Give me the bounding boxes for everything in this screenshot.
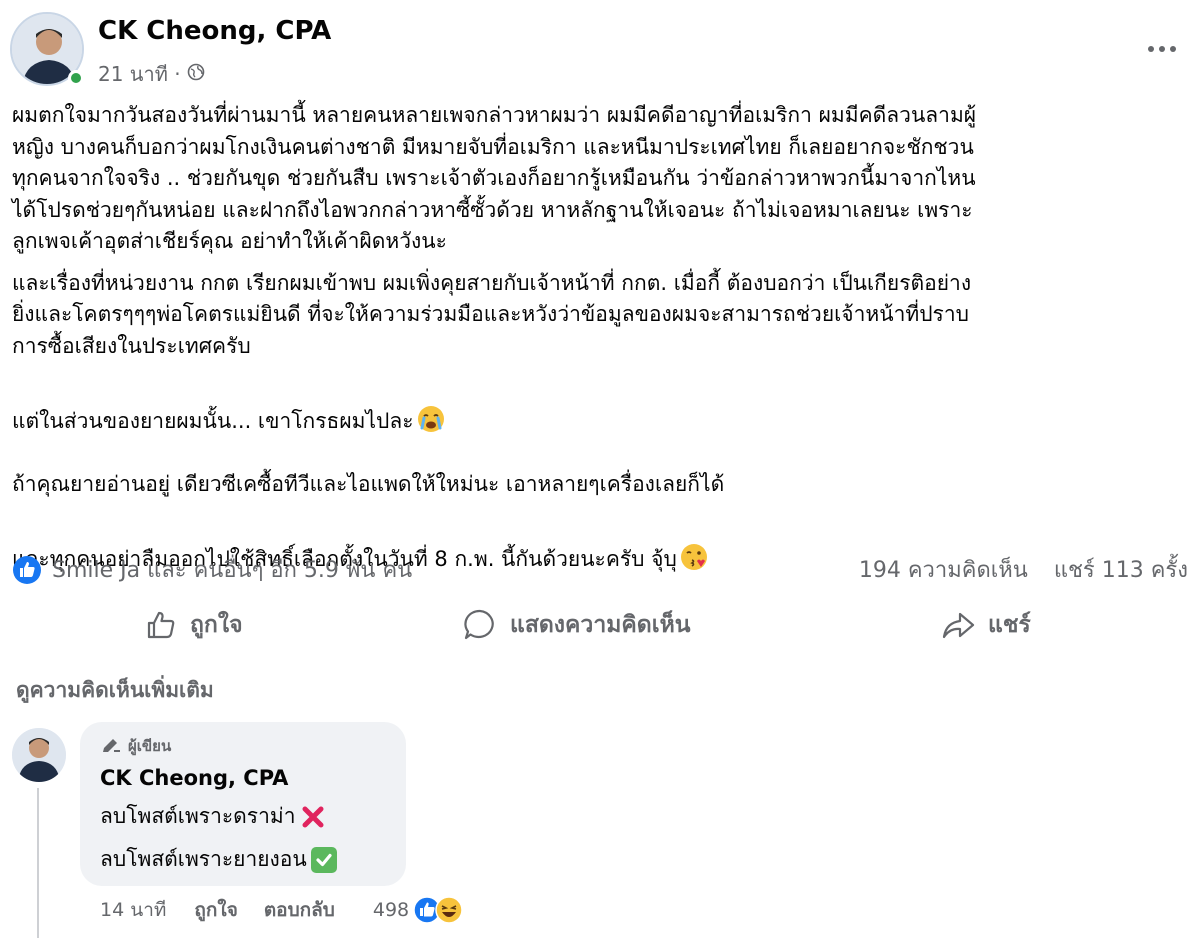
comment-reaction-count[interactable]: 498 [373,899,409,921]
comment-like-button[interactable]: ถูกใจ [194,895,237,925]
cross-mark-icon [300,804,326,830]
post-actions: ถูกใจ แสดงความคิดเห็น แชร์ [12,598,1188,652]
more-icon [1148,46,1176,52]
commenter-avatar[interactable] [12,728,66,782]
thread-line [37,788,39,938]
like-reaction-icon [13,555,41,584]
post-header: CK Cheong, CPA 21 นาที · [10,12,1190,92]
comment-reaction-icons[interactable] [413,896,463,924]
see-more-comments-link[interactable]: ดูความคิดเห็นเพิ่มเติม [16,674,214,707]
post-paragraph-2: และเรื่องที่หน่วยงาน กกต เรียกผมเข้าพบ ผ… [12,270,972,358]
comment-button[interactable]: แสดงความคิดเห็น [462,598,690,652]
reactions-text: Smile Ja และ คนอื่นๆ อีก 5.9 พัน คน [52,558,413,583]
globe-icon [187,62,205,86]
comment-line-2-text: ลบโพสต์เพราะยายงอน [100,847,307,871]
author-badge-label: ผู้เขียน [128,737,172,755]
post-paragraph-3-line-1: แต่ในส่วนของยายผมนั้น... เขาโกรธผมไปละ [12,408,414,433]
comment-line-1: ลบโพสต์เพราะดราม่า [100,800,386,833]
check-mark-icon [310,846,337,873]
reactions-row: Smile Ja และ คนอื่นๆ อีก 5.9 พัน คน 194 … [12,552,1188,588]
comment-icon [464,609,494,640]
post-counts: 194 ความคิดเห็น แชร์ 113 ครั้ง [859,552,1188,587]
comment-author-name[interactable]: CK Cheong, CPA [100,766,386,790]
post-paragraph-1: ผมตกใจมากวันสองวันที่ผ่านมานี้ หลายคนหลา… [12,103,977,253]
comment-reply-button[interactable]: ตอบกลับ [264,895,335,925]
comment-bubble: ผู้เขียน CK Cheong, CPA ลบโพสต์เพราะดราม… [80,722,406,886]
reactions-summary[interactable]: Smile Ja และ คนอื่นๆ อีก 5.9 พัน คน [12,552,412,587]
online-status-dot [68,70,84,86]
share-icon [942,612,975,639]
shares-count[interactable]: แชร์ 113 ครั้ง [1054,552,1188,587]
like-icon [147,611,175,639]
comment-line-2: ลบโพสต์เพราะยายงอน [100,843,386,876]
share-button-label: แชร์ [988,612,1031,638]
crying-emoji-icon [416,404,446,434]
post-body: ผมตกใจมากวันสองวันที่ผ่านมานี้ หลายคนหลา… [12,100,1190,585]
post-author-name[interactable]: CK Cheong, CPA [98,16,331,46]
share-button[interactable]: แชร์ [940,598,1031,652]
post-paragraph-3-line-2: ถ้าคุณยายอ่านอยู่ เดียวซีเคซื้อทีวีและไอ… [12,471,725,496]
post-meta: 21 นาที · [98,58,205,90]
like-button[interactable]: ถูกใจ [144,598,243,652]
post-time[interactable]: 21 นาที · [98,58,181,90]
pencil-icon [103,739,120,752]
like-button-label: ถูกใจ [190,612,243,638]
more-options-button[interactable] [1142,32,1182,66]
comment-button-label: แสดงความคิดเห็น [510,612,691,638]
comment-time[interactable]: 14 นาที [100,895,166,925]
comments-count[interactable]: 194 ความคิดเห็น [859,552,1028,587]
laugh-emoji-icon [435,896,463,924]
comment-line-1-text: ลบโพสต์เพราะดราม่า [100,804,296,828]
comment-footer: 14 นาที ถูกใจ ตอบกลับ 498 [100,894,463,926]
post-paragraph-3: แต่ในส่วนของยายผมนั้น... เขาโกรธผมไปละ ถ… [12,372,1190,500]
author-badge: ผู้เขียน [100,734,386,758]
